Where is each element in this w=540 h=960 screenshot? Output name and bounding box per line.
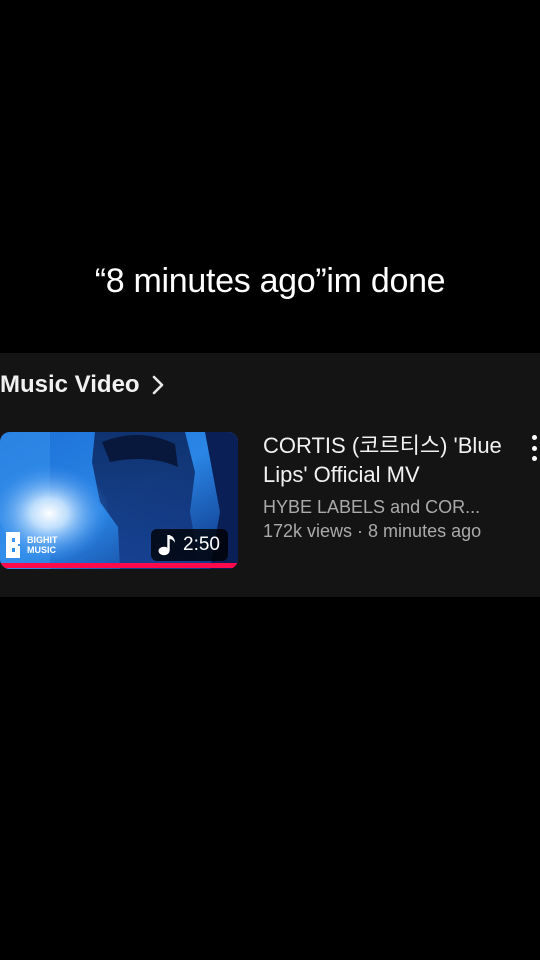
bighit-logo-mark — [6, 532, 20, 558]
video-thumbnail[interactable]: BIGHIT MUSIC 2:50 — [0, 432, 238, 569]
music-note-icon — [158, 535, 176, 556]
bighit-logo-text: BIGHIT MUSIC — [27, 535, 58, 555]
section-header-link[interactable]: Music Video — [0, 367, 166, 403]
duration-text: 2:50 — [183, 534, 220, 555]
menu-dot — [531, 445, 537, 451]
section-title: Music Video — [0, 371, 140, 398]
video-meta: 172k views · 8 minutes ago — [263, 521, 482, 541]
bighit-music-logo: BIGHIT MUSIC — [6, 532, 59, 558]
music-video-shelf: Music Video BIGHIT MUSIC 2:50 CORTIS (코르… — [0, 353, 540, 597]
menu-dot — [531, 435, 537, 440]
watch-progress-bar — [0, 563, 238, 568]
video-title[interactable]: CORTIS (코르티스) 'Blue Lips' Official MV — [263, 431, 513, 489]
menu-dot — [531, 456, 537, 461]
channel-name[interactable]: HYBE LABELS and COR... — [263, 495, 513, 519]
video-info: CORTIS (코르티스) 'Blue Lips' Official MV HY… — [263, 431, 513, 543]
chevron-right-icon — [150, 373, 166, 397]
duration-badge: 2:50 — [151, 529, 228, 561]
more-vertical-icon[interactable] — [528, 435, 540, 461]
overlay-caption: “8 minutes ago”im done — [94, 262, 446, 300]
